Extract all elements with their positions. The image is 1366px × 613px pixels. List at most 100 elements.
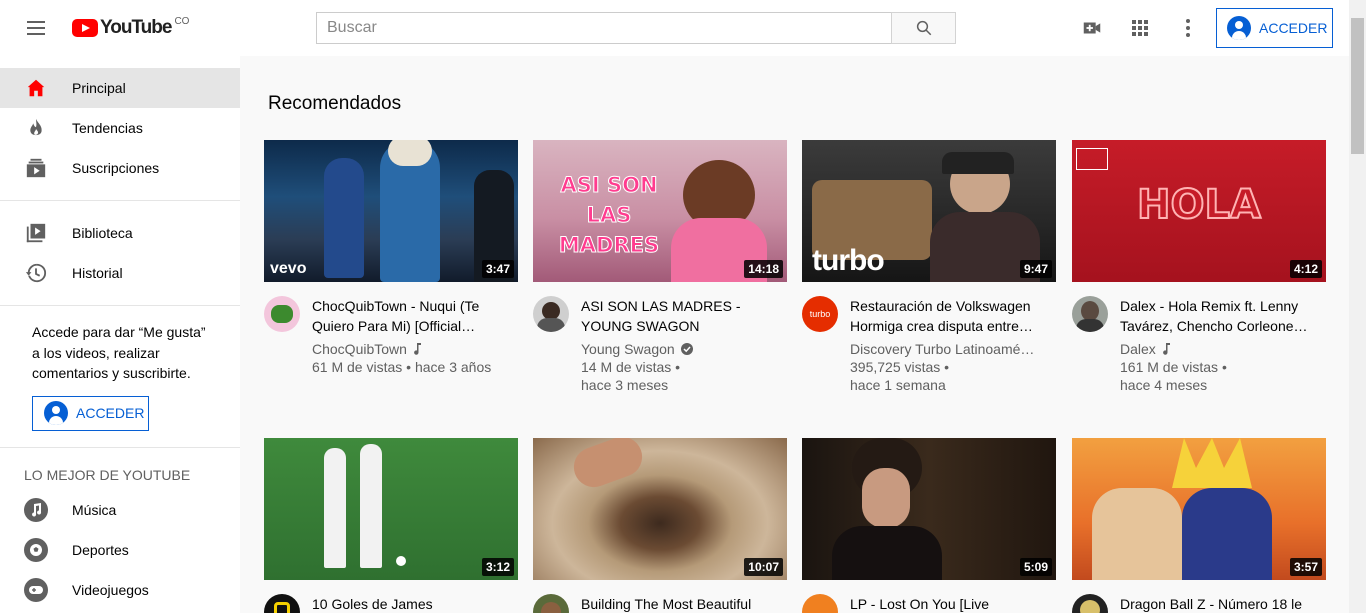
video-thumbnail[interactable]: turbo 9:47 [802,140,1056,282]
more-options-icon[interactable] [1176,16,1200,40]
youtube-logo[interactable]: YouTube CO [72,15,190,39]
video-card[interactable]: turbo 9:47 turbo Restauración de Volkswa… [802,140,1056,394]
video-card[interactable]: ASI SON LAS MADRES 14:18 ASI SON LAS MAD… [533,140,787,394]
signin-button[interactable]: ACCEDER [1216,8,1333,48]
gaming-icon [24,577,48,602]
top-bar: YouTube CO Buscar ACCEDER [0,0,1349,56]
channel-avatar[interactable] [1072,594,1108,613]
video-thumbnail[interactable]: 3:12 [264,438,518,580]
video-thumbnail[interactable]: 5:09 [802,438,1056,580]
video-duration: 14:18 [744,260,783,278]
channel-name-row: Young Swagon [581,340,787,358]
search-bar: Buscar [316,12,956,44]
video-title[interactable]: ChocQuibTown - Nuqui (Te Quiero Para Mi)… [312,296,518,336]
channel-name-row: Discovery Turbo Latinoamé… [850,340,1056,358]
channel-avatar[interactable] [533,594,569,613]
video-title[interactable]: Dragon Ball Z - Número 18 le [1120,594,1302,613]
sidebar-item-gaming[interactable]: Videojuegos [0,570,240,610]
sidebar-divider [0,446,240,448]
thumbnail-caption: HOLA [1136,181,1262,229]
signin-label: ACCEDER [1259,20,1328,36]
sidebar-item-label: Videojuegos [72,581,149,598]
subscriptions-icon [24,156,48,180]
channel-avatar[interactable] [264,296,300,332]
sidebar-signin-button[interactable]: ACCEDER [32,395,149,431]
music-note-icon [1162,343,1170,355]
channel-name[interactable]: Young Swagon [581,340,675,358]
video-meta: turbo Restauración de Volkswagen Hormiga… [802,296,1056,394]
sidebar-item-label: Suscripciones [72,160,160,176]
signin-label: ACCEDER [76,405,145,421]
sidebar-item-label: Historial [72,265,123,281]
video-card[interactable]: 10:07 Building The Most Beautiful [533,438,787,613]
sidebar-item-library[interactable]: Biblioteca [0,213,240,253]
sidebar-item-label: Biblioteca [72,225,133,241]
video-thumbnail[interactable]: 10:07 [533,438,787,580]
search-input[interactable]: Buscar [316,12,891,44]
video-duration: 3:57 [1289,558,1322,576]
scrollbar-thumb[interactable] [1351,18,1364,154]
video-title[interactable]: LP - Lost On You [Live [850,594,989,613]
video-card[interactable]: vevo 3:47 ChocQuibTown - Nuqui (Te Quier… [264,140,518,376]
channel-avatar[interactable] [802,594,838,613]
video-title[interactable]: 10 Goles de James [312,594,433,613]
sidebar-item-label: Música [72,501,117,518]
signin-prompt: Accede para dar “Me gusta” a los videos,… [32,324,206,381]
channel-avatar[interactable] [1072,296,1108,332]
library-icon [24,221,48,245]
video-stats: 395,725 vistas • [850,359,950,375]
sidebar-item-history[interactable]: Historial [0,253,240,293]
video-title[interactable]: Dalex - Hola Remix ft. Lenny Tavárez, Ch… [1120,296,1326,336]
video-meta: Dalex - Hola Remix ft. Lenny Tavárez, Ch… [1072,296,1326,394]
country-code: CO [174,15,190,27]
logo-text: YouTube [100,17,172,38]
video-meta: ChocQuibTown - Nuqui (Te Quiero Para Mi)… [264,296,518,376]
video-age: hace 3 meses [581,377,669,393]
video-thumbnail[interactable]: vevo 3:47 [264,140,518,282]
video-thumbnail[interactable]: HOLA 4:12 [1072,140,1326,282]
fire-icon [24,116,48,140]
sidebar-item-music[interactable]: Música [0,490,240,530]
channel-avatar[interactable] [264,594,300,613]
sidebar-item-trending[interactable]: Tendencias [0,108,240,148]
video-duration: 5:09 [1019,558,1052,576]
video-stats: 14 M de vistas • [581,359,681,375]
sidebar-item-sports[interactable]: Deportes [0,530,240,570]
search-button[interactable] [891,12,956,44]
youtube-play-icon [72,19,98,37]
channel-name[interactable]: ChocQuibTown [312,340,407,358]
video-meta: LP - Lost On You [Live [802,594,1056,613]
channel-name[interactable]: Discovery Turbo Latinoamé… [850,340,1034,358]
channel-avatar[interactable] [533,296,569,332]
sidebar-item-home[interactable]: Principal [0,68,240,108]
video-thumbnail[interactable]: 3:57 [1072,438,1326,580]
video-duration: 3:12 [481,558,514,576]
video-card[interactable]: 3:57 Dragon Ball Z - Número 18 le [1072,438,1326,613]
section-title: Recomendados [268,93,402,114]
sidebar-item-subscriptions[interactable]: Suscripciones [0,148,240,188]
apps-grid-icon[interactable] [1128,16,1152,40]
video-card[interactable]: HOLA 4:12 Dalex - Hola Remix ft. Lenny T… [1072,140,1326,394]
video-thumbnail[interactable]: ASI SON LAS MADRES 14:18 [533,140,787,282]
hamburger-menu-icon[interactable] [24,16,48,40]
video-card[interactable]: 3:12 10 Goles de James [264,438,518,613]
account-icon [1227,16,1251,40]
page-scrollbar[interactable] [1349,0,1366,613]
video-duration: 9:47 [1019,260,1052,278]
video-title[interactable]: ASI SON LAS MADRES - YOUNG SWAGON [581,296,787,336]
create-video-icon[interactable] [1080,16,1104,40]
video-card[interactable]: 5:09 LP - Lost On You [Live [802,438,1056,613]
sidebar-item-label: Tendencias [72,120,143,136]
video-title[interactable]: Building The Most Beautiful [581,594,751,613]
video-duration: 10:07 [744,558,783,576]
search-icon [916,20,931,36]
video-meta: ASI SON LAS MADRES - YOUNG SWAGON Young … [533,296,787,394]
video-title[interactable]: Restauración de Volkswagen Hormiga crea … [850,296,1056,336]
thumbnail-caption: ASI SON LAS MADRES [558,173,660,258]
video-age: hace 4 meses [1120,377,1208,393]
music-note-icon [414,343,421,355]
video-meta: Dragon Ball Z - Número 18 le [1072,594,1326,613]
channel-name[interactable]: Dalex [1120,340,1156,358]
video-stats: 161 M de vistas • [1120,359,1227,375]
channel-avatar[interactable]: turbo [802,296,838,332]
